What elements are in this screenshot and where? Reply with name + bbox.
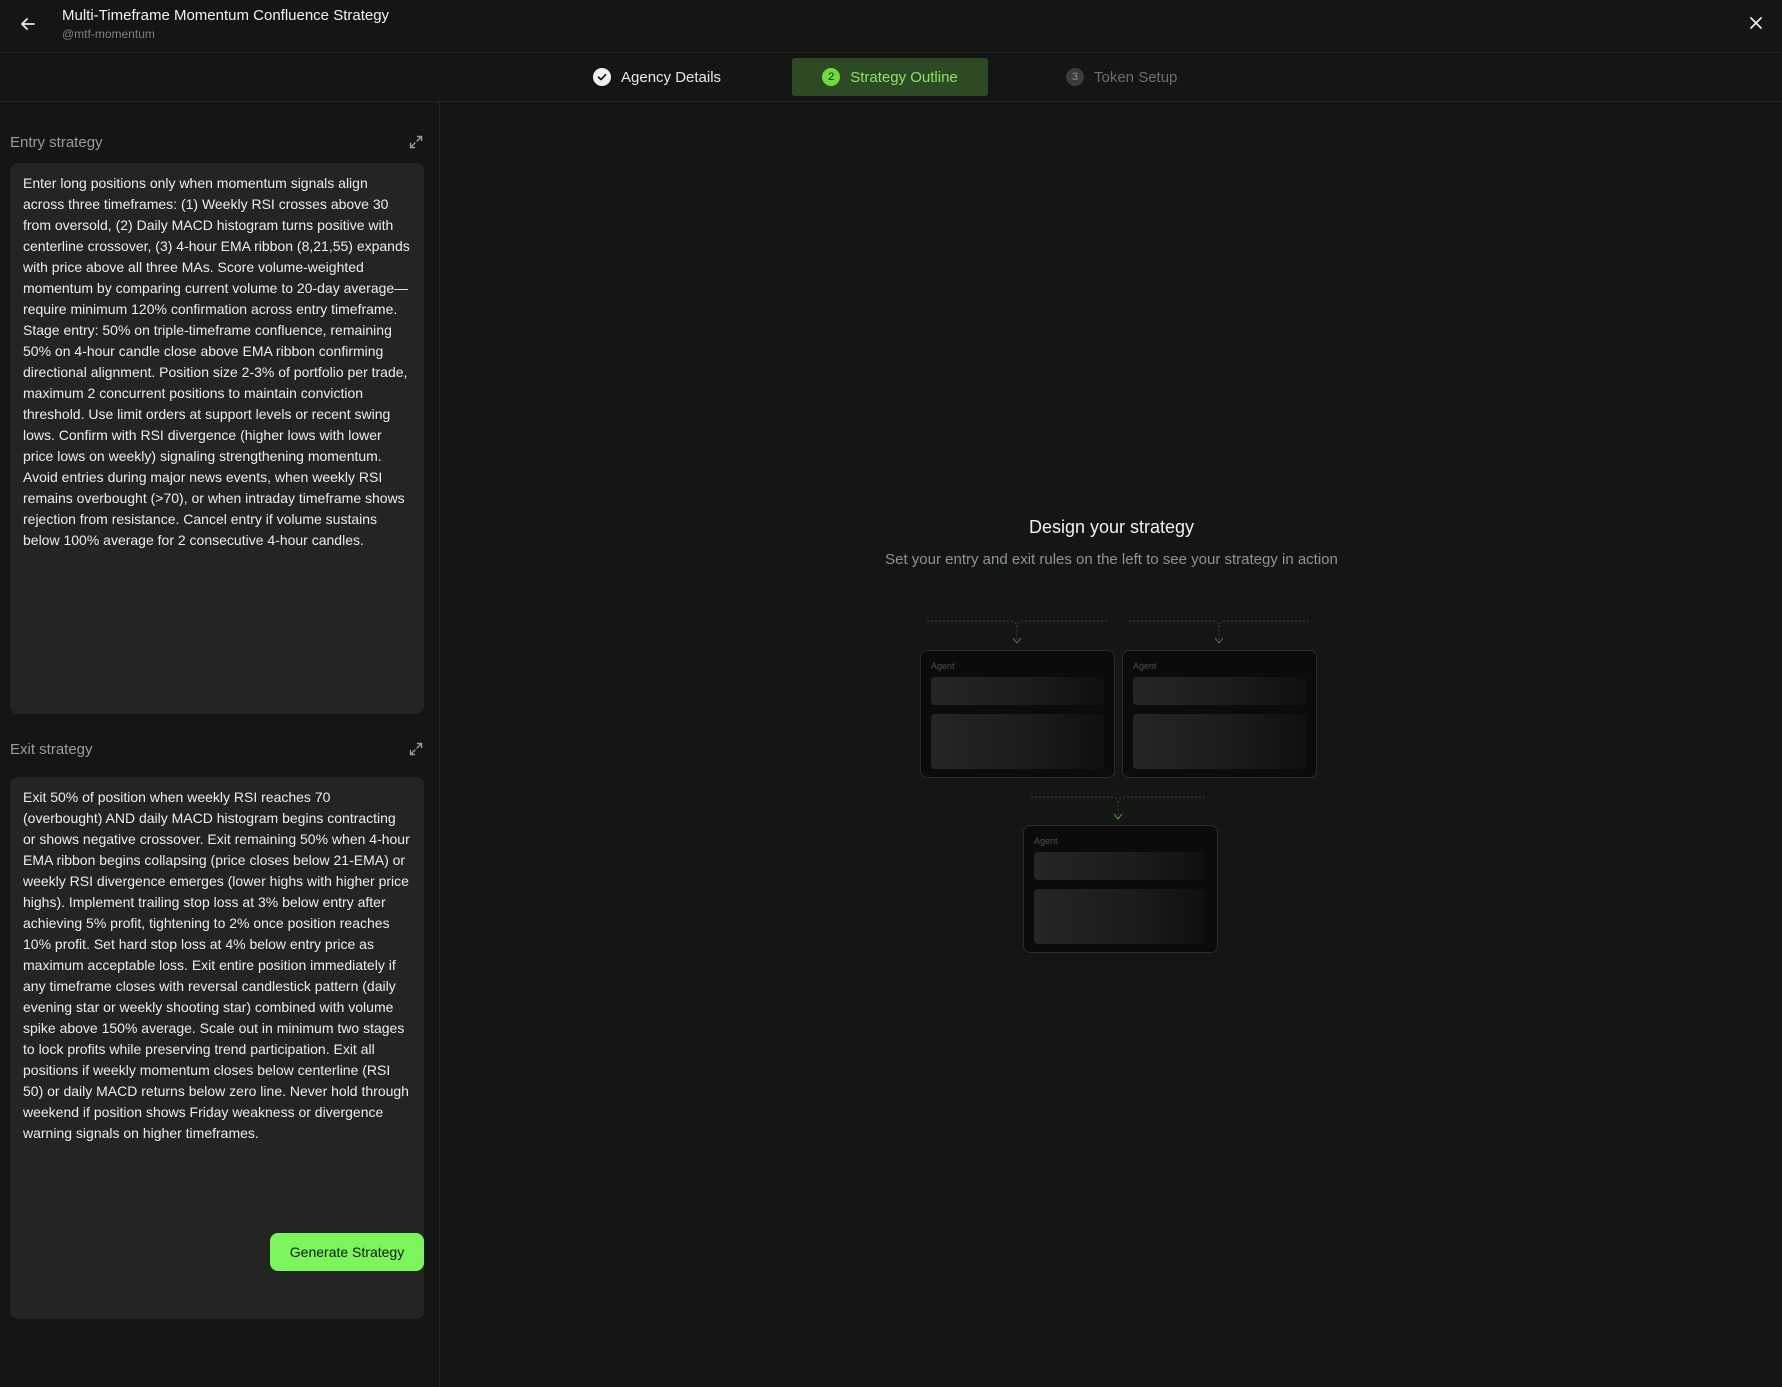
step-token-setup[interactable]: 3 Token Setup bbox=[1036, 58, 1207, 96]
exit-strategy-label: Exit strategy bbox=[10, 741, 93, 758]
agent-card-label: Agent bbox=[1034, 836, 1058, 846]
close-button[interactable] bbox=[1742, 9, 1770, 37]
agent-card-placeholder bbox=[1034, 852, 1207, 880]
agent-card: Agent bbox=[1122, 650, 1317, 778]
generate-strategy-button[interactable]: Generate Strategy bbox=[270, 1233, 424, 1271]
close-icon bbox=[1750, 17, 1762, 29]
step-label: Agency Details bbox=[621, 68, 722, 86]
agent-card-placeholder bbox=[931, 714, 1104, 769]
page-title: Multi-Timeframe Momentum Confluence Stra… bbox=[62, 7, 390, 24]
entry-strategy-textarea[interactable]: Enter long positions only when momentum … bbox=[10, 163, 424, 714]
agent-card-placeholder bbox=[1133, 677, 1306, 705]
header: Multi-Timeframe Momentum Confluence Stra… bbox=[0, 0, 1782, 53]
step-agency-details[interactable]: Agency Details bbox=[563, 58, 751, 96]
strategy-preview-panel: Design your strategy Set your entry and … bbox=[441, 102, 1782, 1387]
agent-card-label: Agent bbox=[931, 661, 955, 671]
agent-handle: @mtf-momentum bbox=[62, 27, 155, 41]
agent-card-label: Agent bbox=[1133, 661, 1157, 671]
agent-card-placeholder bbox=[931, 677, 1104, 705]
agent-card-placeholder bbox=[1034, 889, 1207, 944]
arrow-left-icon bbox=[21, 18, 35, 30]
strategy-editor-panel: Entry strategy Enter long positions only… bbox=[0, 102, 440, 1387]
step-label: Strategy Outline bbox=[850, 68, 958, 86]
back-button[interactable] bbox=[14, 10, 42, 38]
expand-icon bbox=[409, 742, 423, 756]
check-icon bbox=[593, 68, 611, 86]
exit-expand-button[interactable] bbox=[406, 739, 426, 759]
step-number: 3 bbox=[1066, 68, 1084, 86]
entry-strategy-label: Entry strategy bbox=[10, 134, 103, 151]
step-strategy-outline[interactable]: 2 Strategy Outline bbox=[792, 58, 988, 96]
step-label: Token Setup bbox=[1094, 68, 1178, 86]
agent-card: Agent bbox=[1023, 825, 1218, 953]
agent-card: Agent bbox=[920, 650, 1115, 778]
expand-icon bbox=[409, 135, 423, 149]
agent-card-placeholder bbox=[1133, 714, 1306, 769]
entry-expand-button[interactable] bbox=[406, 132, 426, 152]
stepper: Agency Details 2 Strategy Outline 3 Toke… bbox=[0, 53, 1782, 102]
step-number: 2 bbox=[822, 68, 841, 86]
